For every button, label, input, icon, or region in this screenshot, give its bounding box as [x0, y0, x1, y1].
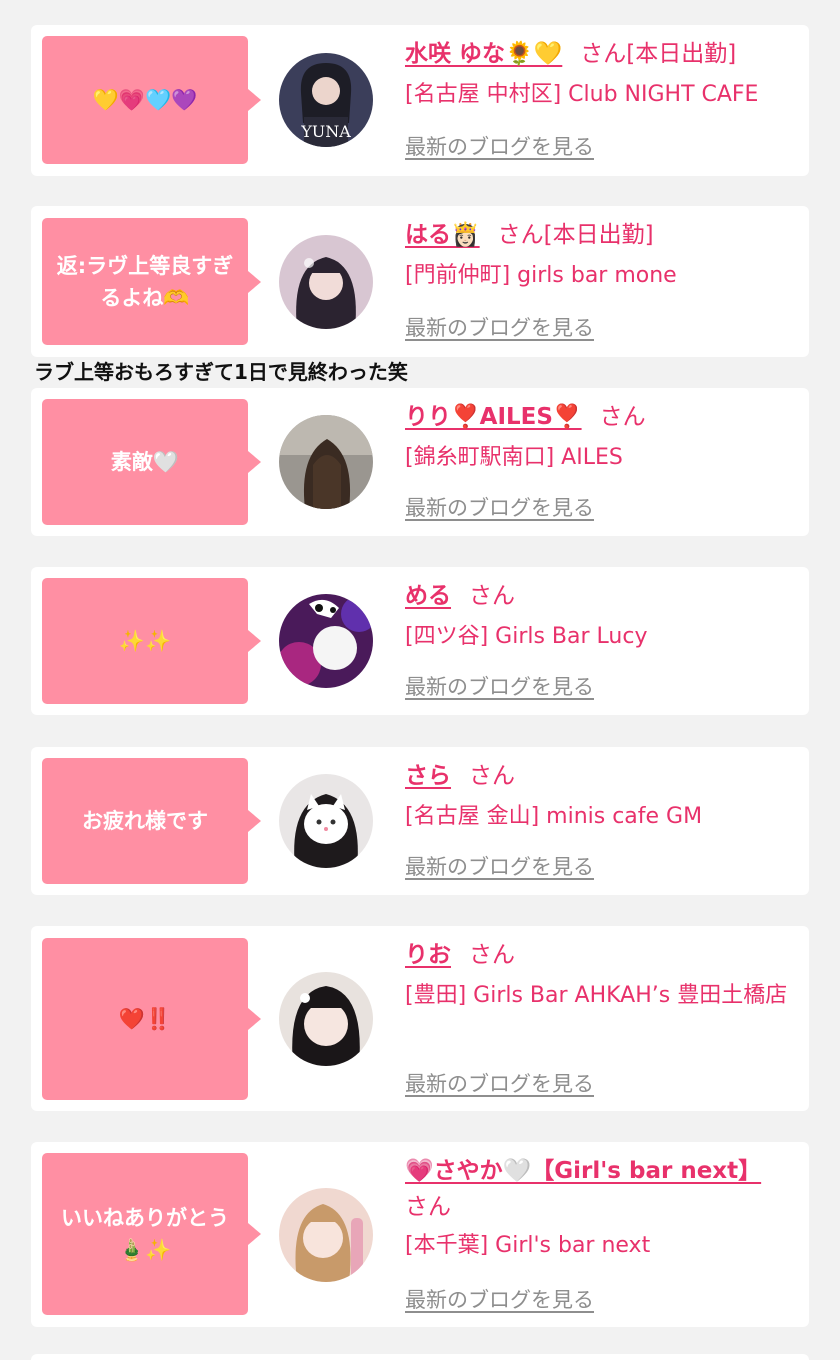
message-bubble: 素敵🤍	[42, 399, 261, 525]
profile-photo	[279, 972, 373, 1066]
message-bubble: お疲れ様です	[42, 758, 261, 884]
avatar[interactable]: YUNA	[279, 53, 373, 147]
shop-info: [豊田] Girls Bar AHKAH’s 豊田土橋店	[405, 983, 788, 1008]
next-card-edge	[31, 1354, 809, 1360]
message-text: ✨✨	[118, 629, 172, 653]
message-text: 素敵🤍	[110, 450, 180, 474]
message-text: 💛💗🩵💜	[92, 88, 198, 112]
profile-photo	[279, 774, 373, 868]
avatar[interactable]	[279, 594, 373, 688]
girl-name-link[interactable]: りお	[405, 942, 451, 968]
message-bubble: いいねありがとう🎍✨	[42, 1153, 261, 1315]
girl-name-link[interactable]: はる👸🏻	[405, 222, 480, 248]
entry-info: さら さん [名古屋 金山] minis cafe GM 最新のブログを見る	[405, 759, 795, 879]
name-line: 水咲 ゆな🌻💛 さん[本日出勤]	[405, 37, 795, 71]
message-card: ❤️‼️ りお さん [豊田] Girls Bar AHKAH’s 豊田土橋店 最…	[31, 926, 809, 1111]
shop-info: [本千葉] Girl's bar next	[405, 1233, 651, 1258]
entry-info: 💗さやか🤍【Girl's bar next】 さん [本千葉] Girl's b…	[405, 1154, 795, 1312]
message-bubble: ✨✨	[42, 578, 261, 704]
avatar[interactable]	[279, 972, 373, 1066]
shop-info: [名古屋 中村区] Club NIGHT CAFE	[405, 82, 759, 107]
message-text: 返:ラヴ上等良すぎるよね🫶	[56, 253, 234, 310]
girl-name-link[interactable]: 💗さやか🤍【Girl's bar next】	[405, 1158, 761, 1184]
status-label: [本日出勤]	[626, 41, 737, 67]
entry-info: 水咲 ゆな🌻💛 さん[本日出勤] [名古屋 中村区] Club NIGHT CAF…	[405, 37, 795, 159]
san-suffix: さん	[497, 222, 544, 248]
avatar[interactable]	[279, 774, 373, 868]
avatar[interactable]	[279, 235, 373, 329]
blog-link[interactable]: 最新のブログを見る	[405, 312, 594, 342]
profile-photo: YUNA	[279, 53, 373, 147]
shop-info: [錦糸町駅南口] AILES	[405, 445, 623, 470]
entry-info: める さん [四ツ谷] Girls Bar Lucy 最新のブログを見る	[405, 579, 795, 699]
svg-text:YUNA: YUNA	[300, 122, 351, 141]
girl-name-link[interactable]: める	[405, 583, 451, 609]
message-bubble: ❤️‼️	[42, 938, 261, 1100]
shop-info: [四ツ谷] Girls Bar Lucy	[405, 624, 648, 649]
blog-link[interactable]: 最新のブログを見る	[405, 492, 594, 522]
san-suffix: さん	[469, 763, 515, 789]
girl-name-link[interactable]: さら	[405, 763, 451, 789]
profile-photo	[279, 1188, 373, 1282]
entry-info: りお さん [豊田] Girls Bar AHKAH’s 豊田土橋店 最新のブログ…	[405, 938, 795, 1096]
name-line: 💗さやか🤍【Girl's bar next】	[405, 1154, 795, 1188]
avatar[interactable]	[279, 1188, 373, 1282]
message-text: ❤️‼️	[118, 1007, 172, 1031]
name-line: りお さん	[405, 938, 795, 972]
name-line: りり❣️AILES❣️ さん	[405, 400, 795, 434]
blog-link[interactable]: 最新のブログを見る	[405, 131, 594, 161]
overlay-note: ラブ上等おもろすぎて1日で見終わった笑	[34, 360, 408, 384]
message-card: お疲れ様です さら さん [名古屋 金山] minis cafe GM 最新のブロ…	[31, 747, 809, 895]
message-card: 💛💗🩵💜 YUNA 水咲 ゆな🌻💛 さん[本日出勤] [名古屋 中村区] Club…	[31, 25, 809, 176]
profile-photo	[279, 235, 373, 329]
blog-link[interactable]: 最新のブログを見る	[405, 851, 594, 881]
message-bubble: 返:ラヴ上等良すぎるよね🫶	[42, 218, 261, 345]
girl-name-link[interactable]: 水咲 ゆな🌻💛	[405, 41, 562, 67]
message-bubble: 💛💗🩵💜	[42, 36, 261, 164]
blog-link[interactable]: 最新のブログを見る	[405, 1068, 594, 1098]
message-text: お疲れ様です	[82, 809, 208, 833]
blog-link[interactable]: 最新のブログを見る	[405, 1284, 594, 1314]
san-suffix: さん	[599, 404, 646, 430]
name-line: はる👸🏻 さん[本日出勤]	[405, 218, 795, 252]
shop-info: [門前仲町] girls bar mone	[405, 263, 677, 288]
message-card: 素敵🤍 りり❣️AILES❣️ さん [錦糸町駅南口] AILES 最新のブログを…	[31, 388, 809, 536]
san-suffix: さん	[405, 1194, 451, 1220]
blog-link[interactable]: 最新のブログを見る	[405, 671, 594, 701]
profile-photo	[279, 415, 373, 509]
san-suffix: さん	[469, 942, 515, 968]
san-suffix: さん	[469, 583, 515, 609]
avatar[interactable]	[279, 415, 373, 509]
name-line: さら さん	[405, 759, 795, 793]
san-suffix: さん	[580, 41, 627, 67]
status-label: [本日出勤]	[543, 222, 654, 248]
message-card: ✨✨ める さん [四ツ谷] Girls Bar Lucy 最新のブログを見る	[31, 567, 809, 715]
girl-name-link[interactable]: りり❣️AILES❣️	[405, 404, 582, 430]
entry-info: りり❣️AILES❣️ さん [錦糸町駅南口] AILES 最新のブログを見る	[405, 400, 795, 520]
entry-info: はる👸🏻 さん[本日出勤] [門前仲町] girls bar mone 最新のブロ…	[405, 218, 795, 340]
shop-info: [名古屋 金山] minis cafe GM	[405, 804, 703, 829]
name-line-continued: さん	[405, 1190, 795, 1224]
message-card: いいねありがとう🎍✨ 💗さやか🤍【Girl's bar next】 さん [本千…	[31, 1142, 809, 1327]
name-line: める さん	[405, 579, 795, 613]
message-card: 返:ラヴ上等良すぎるよね🫶 はる👸🏻 さん[本日出勤] [門前仲町] girls …	[31, 206, 809, 357]
message-text: いいねありがとう🎍✨	[61, 1206, 229, 1262]
profile-photo	[279, 594, 373, 688]
